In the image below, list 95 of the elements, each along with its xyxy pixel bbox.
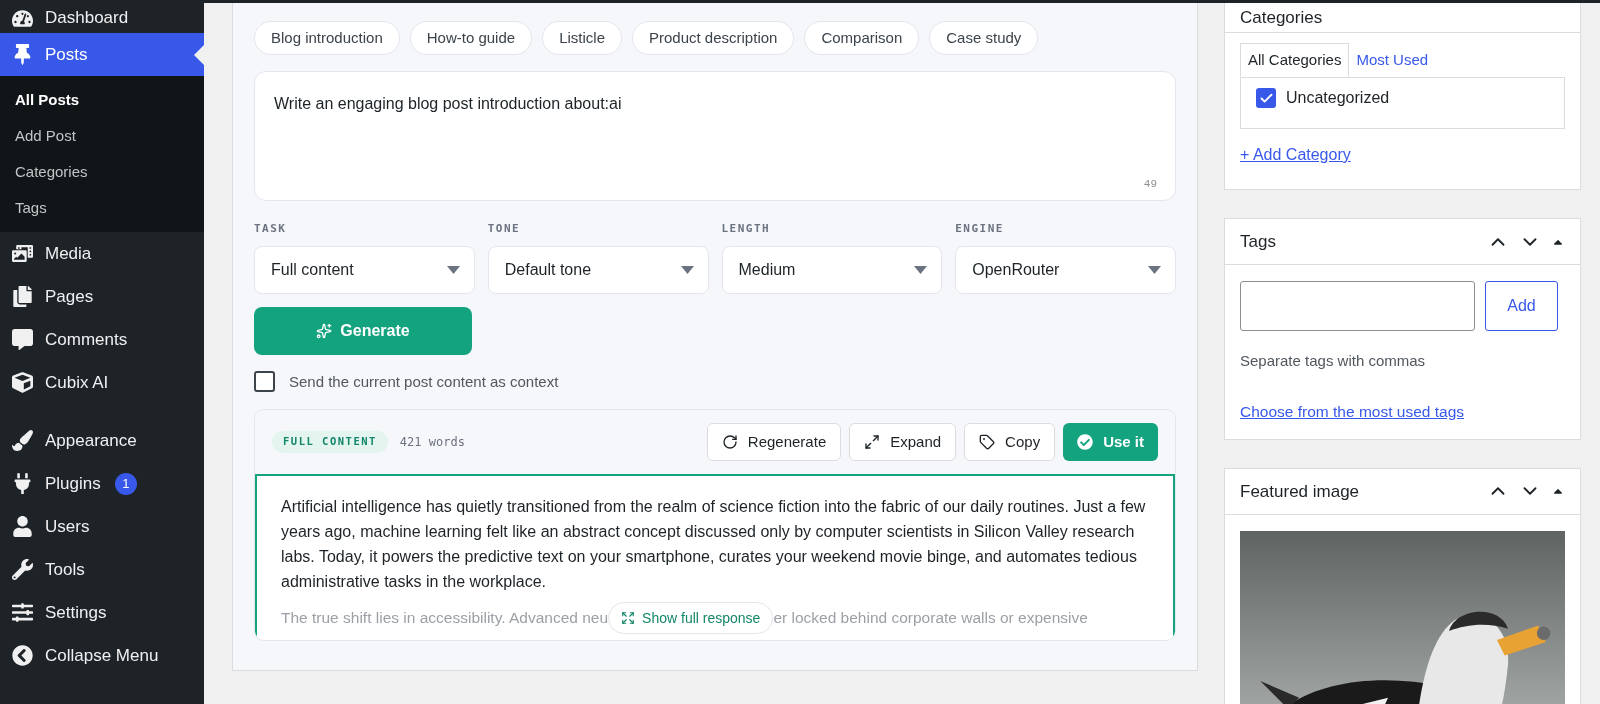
menu-label: Users (45, 515, 90, 538)
field-label: ENGINE (955, 221, 1005, 237)
content-type-badge: FULL CONTENT (272, 431, 388, 453)
menu-label: Tools (45, 558, 85, 581)
word-count: 421 words (399, 434, 465, 451)
add-category-link[interactable]: + Add Category (1240, 143, 1351, 167)
action-button[interactable]: Expand (849, 423, 957, 461)
menu-item[interactable]: Dashboard (0, 3, 204, 33)
template-chip[interactable]: Product description (632, 21, 795, 55)
menu-item[interactable]: Comments (0, 318, 204, 361)
field-label: TONE (487, 221, 522, 237)
menu-item[interactable]: Appearance (0, 419, 204, 462)
faded-text: er locked behind corporate walls or expensive (773, 608, 1088, 629)
category-checkbox[interactable] (1256, 88, 1276, 108)
field-label: TASK (254, 221, 288, 237)
tag-input-field[interactable] (1240, 281, 1475, 331)
tags-hint: Separate tags with commas (1240, 351, 1427, 371)
category-label: Uncategorized (1286, 88, 1390, 108)
category-tab[interactable]: Most Used (1349, 43, 1436, 77)
menu-item[interactable]: Pages (0, 275, 204, 318)
checkbox-label: Send the current post content as context (289, 371, 559, 392)
menu-item[interactable]: Cubix AI (0, 361, 204, 404)
response-paragraph: Artificial intelligence has quietly transitioned from the realm of science fiction into the fabric of our daily routines. Just a few years ago, machine learning felt like an abstract concept discussed only by computer scientists in Silicon Valley research labs. Today, it powers the predictive text on your smartphone, curates your weekend movie binge, and automates tedious administrative tasks in the workplace. (281, 497, 1147, 592)
menu-item[interactable]: Users (0, 505, 204, 548)
sliders-icon (12, 602, 33, 623)
dashboard-icon (12, 7, 33, 29)
menu-label: Media (45, 242, 92, 265)
plug-icon (12, 473, 33, 494)
collapse-icon (12, 645, 33, 666)
menu-label: Cubix AI (45, 371, 109, 394)
action-button[interactable]: Copy (964, 423, 1056, 461)
dropdown-value: OpenRouter (972, 259, 1060, 280)
paintbrush-icon (12, 430, 33, 451)
dropdown-caret-icon (446, 265, 460, 274)
action-button[interactable]: Regenerate (706, 423, 842, 461)
user-icon (12, 516, 33, 537)
template-chip[interactable]: Blog introduction (254, 21, 400, 55)
faded-text: The true shift lies in accessibility. Advanced neu (281, 608, 609, 629)
submenu-item[interactable]: Tags (0, 190, 204, 226)
character-counter: 49 (1143, 176, 1157, 192)
menu-label: Plugins (45, 472, 101, 495)
comment-icon (12, 329, 33, 350)
menu-item[interactable]: Settings (0, 591, 204, 634)
submenu-item[interactable]: Categories (0, 154, 204, 190)
expand-icon (864, 434, 881, 450)
menu-item[interactable]: Plugins 1 (0, 462, 204, 505)
pages-icon (12, 286, 33, 307)
dropdown-value: Default tone (504, 259, 592, 280)
category-tab[interactable]: All Categories (1240, 43, 1350, 77)
dropdown[interactable]: Medium (721, 245, 943, 294)
current-pointer (194, 44, 204, 65)
menu-label: Posts (45, 43, 88, 66)
template-chip[interactable]: How-to guide (409, 21, 533, 55)
add-tag-button[interactable]: Add (1485, 281, 1558, 331)
dropdown[interactable]: Full content (254, 245, 475, 294)
menu-item[interactable]: Tools (0, 548, 204, 591)
menu-item[interactable]: Media (0, 232, 204, 275)
media-icon (12, 243, 33, 264)
dropdown-caret-icon (1148, 265, 1161, 274)
context-checkbox[interactable] (254, 371, 275, 393)
submenu-item[interactable]: Add Post (0, 118, 204, 154)
count-badge: 1 (114, 472, 137, 495)
prompt-field[interactable]: Write an engaging blog post introduction about:ai 49 (254, 71, 1176, 201)
dropdown[interactable]: OpenRouter (955, 245, 1176, 294)
show-full-response-button[interactable]: Show full response (608, 602, 774, 634)
sparkle-icon (316, 322, 333, 339)
submenu-item[interactable]: All Posts (0, 82, 204, 118)
dropdown[interactable]: Default tone (487, 245, 709, 294)
template-chip[interactable]: Case study (929, 21, 1039, 55)
menu-label: Dashboard (45, 7, 129, 30)
menu-label: Comments (45, 328, 128, 351)
refresh-icon (721, 434, 738, 450)
menu-item[interactable]: Posts (0, 33, 204, 76)
most-used-tags-link[interactable]: Choose from the most used tags (1240, 399, 1565, 423)
menu-label: Pages (45, 285, 94, 308)
menu-label: Collapse Menu (45, 644, 159, 667)
wrench-icon (12, 559, 33, 580)
pin-icon (12, 44, 33, 65)
expand-icon (621, 611, 636, 625)
menu-item[interactable]: Collapse Menu (0, 634, 204, 677)
dropdown-value: Full content (271, 259, 354, 280)
menu-label: Appearance (45, 429, 137, 452)
field-label: LENGTH (721, 221, 772, 237)
template-chip[interactable]: Listicle (542, 21, 622, 55)
menu-label: Settings (45, 601, 107, 624)
panel-title: Categories (1240, 6, 1323, 29)
dropdown-caret-icon (914, 265, 928, 274)
panel-title: Tags (1240, 230, 1276, 253)
cube-icon (12, 372, 33, 393)
panel-title: Featured image (1240, 480, 1360, 503)
dropdown-caret-icon (680, 265, 694, 274)
template-chip[interactable]: Comparison (804, 21, 920, 55)
dropdown-value: Medium (738, 259, 796, 280)
prompt-text: Write an engaging blog post introduction about:ai (274, 95, 622, 112)
tag-icon (979, 434, 996, 450)
